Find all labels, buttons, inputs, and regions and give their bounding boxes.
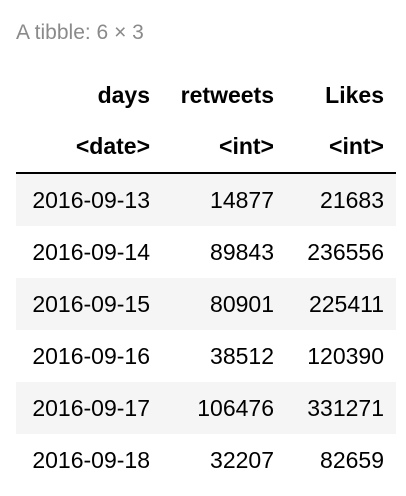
table-row: 2016-09-17 106476 331271	[16, 382, 396, 434]
tibble-table: days retweets Likes <date> <int> <int> 2…	[16, 70, 396, 486]
table-row: 2016-09-13 14877 21683	[16, 173, 396, 226]
cell-days: 2016-09-14	[32, 239, 150, 265]
cell-likes: 120390	[307, 343, 384, 369]
column-type-days: <date>	[16, 121, 162, 174]
table-body: 2016-09-13 14877 21683 2016-09-14 89843 …	[16, 173, 396, 486]
column-header-days: days	[97, 82, 150, 108]
column-header-likes: Likes	[325, 82, 384, 108]
cell-days: 2016-09-16	[32, 343, 150, 369]
table-row: 2016-09-16 38512 120390	[16, 330, 396, 382]
column-type-likes: <int>	[286, 121, 396, 174]
cell-retweets: 32207	[210, 447, 274, 473]
table-row: 2016-09-14 89843 236556	[16, 226, 396, 278]
cell-likes: 236556	[307, 239, 384, 265]
cell-days: 2016-09-13	[16, 173, 162, 226]
table-row: 2016-09-18 32207 82659	[16, 434, 396, 486]
cell-retweets: 80901	[162, 278, 286, 330]
cell-likes: 225411	[286, 278, 396, 330]
cell-days: 2016-09-15	[16, 278, 162, 330]
cell-retweets: 89843	[210, 239, 274, 265]
table-row: 2016-09-15 80901 225411	[16, 278, 396, 330]
table-caption: A tibble: 6 × 3	[16, 21, 144, 44]
cell-likes: 331271	[286, 382, 396, 434]
cell-likes: 21683	[286, 173, 396, 226]
column-header-retweets: retweets	[180, 82, 274, 108]
cell-days: 2016-09-17	[16, 382, 162, 434]
cell-days: 2016-09-18	[32, 447, 150, 473]
column-type-retweets: <int>	[162, 121, 286, 174]
table-header: days retweets Likes <date> <int> <int>	[16, 70, 396, 174]
cell-retweets: 106476	[162, 382, 286, 434]
cell-likes: 82659	[320, 447, 384, 473]
column-name-row: days retweets Likes	[16, 70, 396, 121]
cell-retweets: 14877	[162, 173, 286, 226]
cell-retweets: 38512	[210, 343, 274, 369]
column-type-row: <date> <int> <int>	[16, 121, 396, 174]
